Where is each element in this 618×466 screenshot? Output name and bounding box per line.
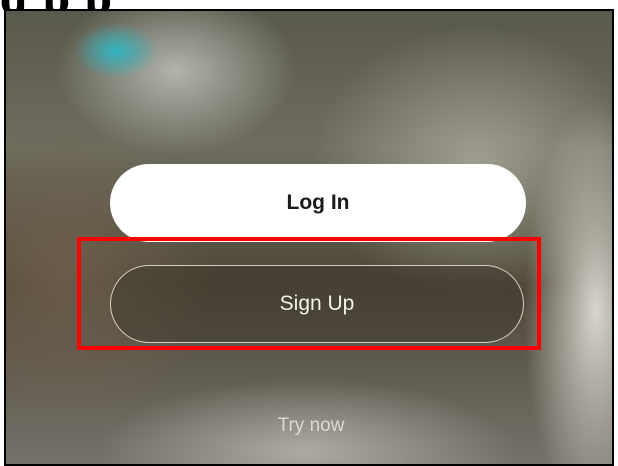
login-button[interactable]: Log In <box>110 164 526 242</box>
signup-button-label: Sign Up <box>279 292 355 315</box>
login-button-label: Log In <box>286 191 350 214</box>
app-screen: Log In Sign Up Try now <box>4 9 614 466</box>
signup-button[interactable]: Sign Up <box>110 265 524 343</box>
try-now-link[interactable]: Try now <box>6 415 612 437</box>
